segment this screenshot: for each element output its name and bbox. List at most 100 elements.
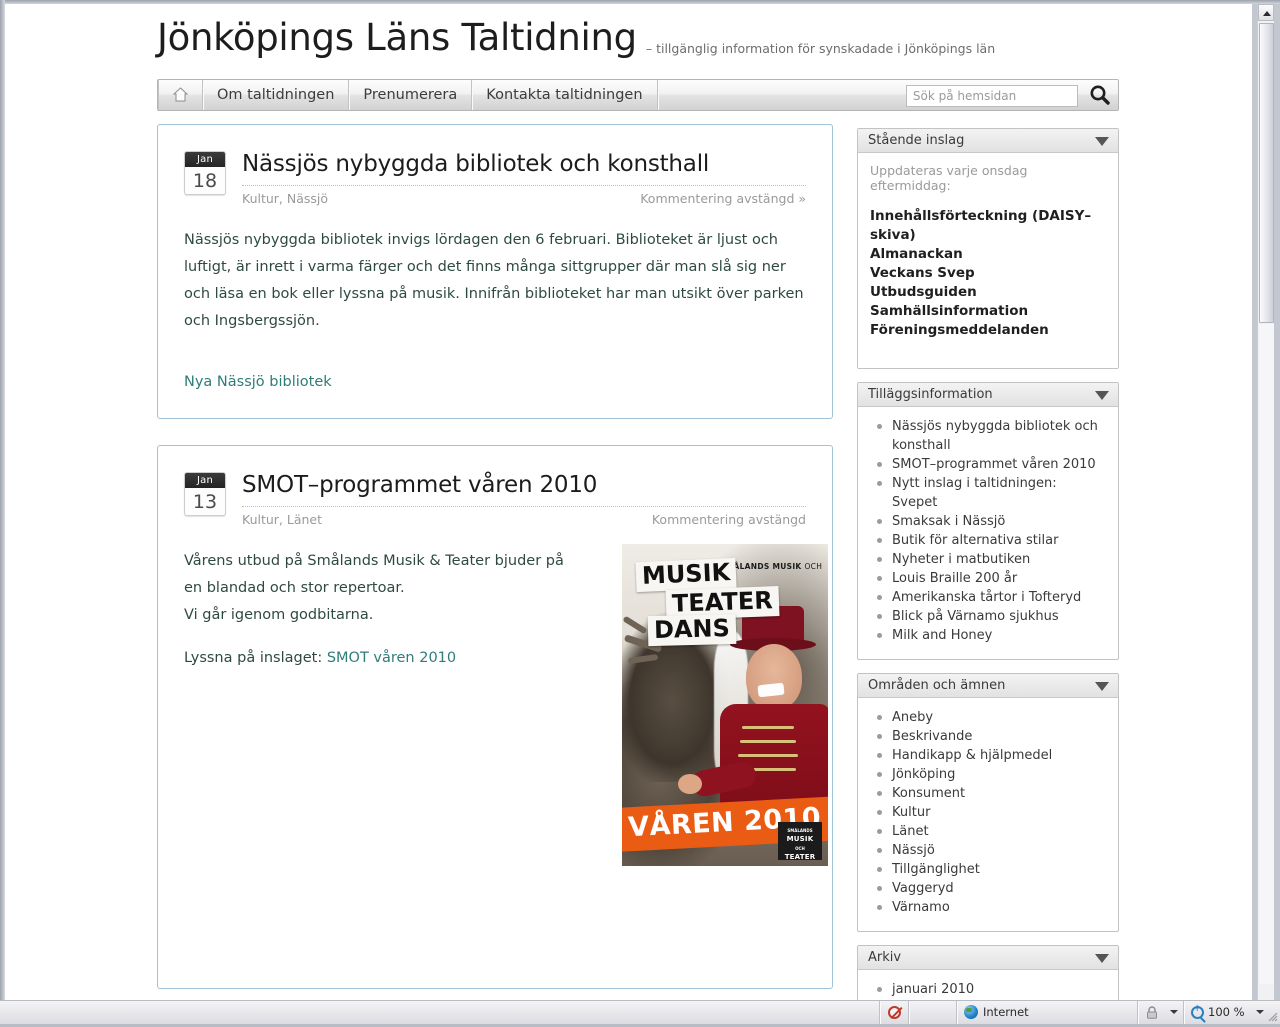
search-icon[interactable]	[1088, 83, 1112, 107]
post-comments-status: Kommentering avstängd »	[640, 191, 806, 206]
post-meta: Kultur, Länet Kommentering avstängd	[242, 512, 806, 530]
post-audio-link[interactable]: SMOT våren 2010	[327, 650, 456, 666]
vertical-scrollbar[interactable]	[1257, 4, 1274, 1000]
widget-body: Uppdateras varje onsdag eftermiddag: Inn…	[858, 153, 1118, 368]
widget-header[interactable]: Områden och ämnen	[858, 674, 1118, 698]
browser-window: Jönköpings Läns Taltidning – tillgänglig …	[0, 0, 1280, 1024]
list-item[interactable]: Amerikanska tårtor i Tofteryd	[877, 588, 1106, 607]
browser-viewport: Jönköpings Läns Taltidning – tillgänglig …	[5, 4, 1252, 1000]
main-content: Jan 18 Nässjös nybyggda bibliotek och ko…	[157, 124, 833, 1000]
list-item[interactable]: januari 2010	[877, 980, 1106, 999]
scroll-up-arrow[interactable]	[1258, 4, 1274, 21]
post-categories[interactable]: Kultur, Länet	[242, 512, 322, 527]
jacket-braid	[738, 754, 798, 757]
chevron-down-icon[interactable]	[1095, 954, 1109, 963]
post-audio-link[interactable]: Nya Nässjö bibliotek	[184, 369, 806, 396]
list-item[interactable]: Louis Braille 200 år	[877, 569, 1106, 588]
nav-item-prenumerera[interactable]: Prenumerera	[349, 80, 473, 110]
search-input[interactable]	[905, 85, 1078, 107]
post-body: Vårens utbud på Smålands Musik & Teater …	[184, 544, 828, 866]
list-item[interactable]: Konsument	[877, 784, 1106, 803]
chevron-down-icon[interactable]	[1095, 137, 1109, 146]
post-header: Jan 13 SMOT–programmet våren 2010 Kultur…	[184, 470, 806, 530]
widget-archive: Arkiv januari 2010 december 2009	[857, 945, 1119, 1000]
list-item[interactable]: Samhällsinformation	[870, 302, 1106, 321]
list-item[interactable]: Vaggeryd	[877, 879, 1106, 898]
list-item[interactable]: Nytt inslag i taltidningen: Svepet	[877, 474, 1106, 512]
post-paragraph: Nässjös nybyggda bibliotek invigs lördag…	[184, 232, 804, 329]
site-title: Jönköpings Läns Taltidning	[157, 16, 637, 59]
widget-title: Områden och ämnen	[868, 678, 1006, 693]
list-item[interactable]: Smaksak i Nässjö	[877, 512, 1106, 531]
list-item[interactable]: Tillgänglighet	[877, 860, 1106, 879]
jacket-braid	[740, 740, 796, 743]
list-item[interactable]: Nässjös nybyggda bibliotek och konsthall	[877, 417, 1106, 455]
list-item[interactable]: Nässjö	[877, 841, 1106, 860]
poster-logo-line1: MUSIK	[786, 835, 814, 843]
list-item[interactable]: Länet	[877, 822, 1106, 841]
post-title[interactable]: SMOT–programmet våren 2010	[242, 470, 806, 507]
standing-feature-list: Innehållsförteckning (DAISY–skiva) Alman…	[870, 207, 1106, 340]
post-date-month: Jan	[185, 152, 225, 167]
list-item[interactable]: Butik för alternativa stilar	[877, 531, 1106, 550]
main-navigation: Om taltidningen Prenumerera Kontakta tal…	[157, 79, 1119, 111]
resize-grip[interactable]	[1266, 1010, 1278, 1022]
performer-face	[746, 644, 802, 710]
list-item[interactable]: Milk and Honey	[877, 626, 1106, 645]
chevron-down-icon[interactable]	[1095, 391, 1109, 400]
home-icon	[172, 84, 189, 102]
widget-body: januari 2010 december 2009	[858, 970, 1118, 1000]
list-item[interactable]: Utbudsguiden	[870, 283, 1106, 302]
scrollbar-thumb[interactable]	[1259, 23, 1274, 323]
poster-logo-line3: TEATER	[784, 853, 816, 861]
chevron-down-icon[interactable]	[1169, 1010, 1178, 1014]
list-item[interactable]: SMOT–programmet våren 2010	[877, 455, 1106, 474]
widget-header[interactable]: Arkiv	[858, 946, 1118, 970]
widget-title: Arkiv	[868, 950, 902, 965]
list-item[interactable]: Kultur	[877, 803, 1106, 822]
chevron-down-icon[interactable]	[1095, 682, 1109, 691]
list-item[interactable]: Aneby	[877, 708, 1106, 727]
nav-item-kontakta-taltidningen[interactable]: Kontakta taltidningen	[472, 80, 658, 110]
list-item[interactable]: Jönköping	[877, 765, 1106, 784]
chevron-down-icon[interactable]	[1256, 1010, 1265, 1014]
post-date-badge: Jan 13	[184, 472, 226, 516]
poster-word-dans: DANS	[647, 613, 737, 647]
status-bar: Internet 100 %	[0, 1000, 1280, 1024]
site-header: Jönköpings Läns Taltidning – tillgänglig …	[157, 12, 1119, 72]
list-item[interactable]: Innehållsförteckning (DAISY–skiva)	[870, 207, 1106, 245]
widget-header[interactable]: Stående inslag	[858, 129, 1118, 153]
widget-header[interactable]: Tilläggsinformation	[858, 383, 1118, 407]
site-tagline: – tillgänglig information för synskadade…	[645, 41, 996, 56]
no-entry-icon	[888, 1006, 901, 1019]
widget-standing-features: Stående inslag Uppdateras varje onsdag e…	[857, 128, 1119, 369]
nav-home-button[interactable]	[158, 80, 203, 110]
poster-logo-line2: OCH	[795, 846, 805, 851]
list-item[interactable]: Almanackan	[870, 245, 1106, 264]
nav-item-om-taltidningen[interactable]: Om taltidningen	[203, 80, 350, 110]
list-item[interactable]: Föreningsmeddelanden	[870, 321, 1106, 340]
security-zone-cell[interactable]: Internet	[958, 1001, 1138, 1024]
list-item[interactable]: Nyheter i matbutiken	[877, 550, 1106, 569]
scrollbar-track[interactable]	[1259, 324, 1274, 984]
post-text-column: Vårens utbud på Smålands Musik & Teater …	[184, 548, 584, 672]
widget-body: Nässjös nybyggda bibliotek och konsthall…	[858, 407, 1118, 659]
widget-areas-and-topics: Områden och ämnen Aneby Beskrivande Hand…	[857, 673, 1119, 932]
list-item[interactable]: Beskrivande	[877, 727, 1106, 746]
list-item[interactable]: Blick på Värnamo sjukhus	[877, 607, 1106, 626]
widget-title: Stående inslag	[868, 133, 965, 148]
protected-mode-cell[interactable]	[1139, 1001, 1184, 1024]
post-categories[interactable]: Kultur, Nässjö	[242, 191, 328, 206]
list-item[interactable]: Värnamo	[877, 898, 1106, 917]
post-title[interactable]: Nässjös nybyggda bibliotek och konsthall	[242, 149, 806, 186]
lock-icon	[1146, 1004, 1158, 1019]
popup-blocker-cell[interactable]	[881, 1001, 909, 1024]
sidebar: Stående inslag Uppdateras varje onsdag e…	[857, 128, 1119, 1000]
list-item[interactable]: Handikapp & hjälpmedel	[877, 746, 1106, 765]
widget-additional-info: Tilläggsinformation Nässjös nybyggda bib…	[857, 382, 1119, 660]
post-meta: Kultur, Nässjö Kommentering avstängd »	[242, 191, 806, 209]
post-article: Jan 18 Nässjös nybyggda bibliotek och ko…	[157, 124, 833, 419]
zoom-in-icon	[1191, 1004, 1204, 1019]
post-paragraph: Vi går igenom godbitarna.	[184, 607, 374, 623]
list-item[interactable]: Veckans Svep	[870, 264, 1106, 283]
